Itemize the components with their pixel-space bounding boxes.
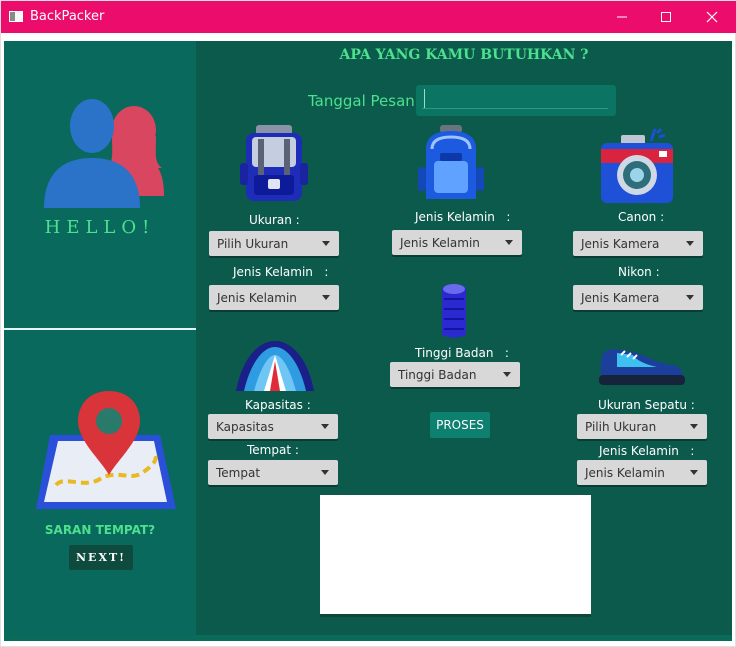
chevron-down-icon	[503, 372, 511, 377]
kapasitas-value: Kapasitas	[216, 420, 274, 434]
jaket-jenis-kelamin-label: Jenis Kelamin :	[415, 210, 511, 224]
sepatu-jenis-kelamin-value: Jenis Kelamin	[585, 466, 665, 480]
tanggal-pesan-input[interactable]	[416, 85, 616, 116]
ukuran-sepatu-value: Pilih Ukuran	[585, 420, 657, 434]
page-heading: APA YANG KAMU BUTUHKAN ?	[339, 47, 589, 63]
greeting-text: HELLO!	[44, 217, 156, 238]
tas-ukuran-select[interactable]: Pilih Ukuran	[209, 231, 339, 256]
tinggi-badan-value: Tinggi Badan	[398, 368, 477, 382]
main-panel: APA YANG KAMU BUTUHKAN ? Tanggal Pesan :…	[196, 41, 732, 635]
nikon-select[interactable]: Jenis Kamera	[573, 285, 703, 310]
app-content: HELLO! SARAN TEMPAT? NEXT! APA YANG KAMU…	[4, 41, 732, 641]
tas-jenis-kelamin-label: Jenis Kelamin :	[233, 265, 329, 279]
tas-jenis-kelamin-select[interactable]: Jenis Kelamin	[209, 285, 339, 310]
shoe-icon	[599, 349, 685, 385]
tas-ukuran-value: Pilih Ukuran	[217, 237, 289, 251]
canon-select[interactable]: Jenis Kamera	[573, 231, 703, 256]
app-icon	[9, 11, 23, 22]
next-button[interactable]: NEXT!	[69, 545, 133, 570]
backpack-icon	[240, 125, 308, 201]
tinggi-badan-label: Tinggi Badan :	[415, 346, 509, 360]
chevron-down-icon	[690, 424, 698, 429]
users-icon	[44, 99, 164, 208]
chevron-down-icon	[686, 295, 694, 300]
app-window: BackPacker HELLO! SARAN TEMPAT? NEXT! AP…	[0, 0, 736, 647]
canon-label: Canon :	[618, 210, 665, 224]
nikon-label: Nikon :	[618, 265, 660, 279]
chevron-down-icon	[322, 241, 330, 246]
input-underline	[422, 108, 608, 109]
result-panel	[320, 495, 591, 614]
sleeping-bag-icon	[442, 284, 466, 338]
chevron-down-icon	[321, 470, 329, 475]
kapasitas-select[interactable]: Kapasitas	[208, 414, 338, 439]
ukuran-sepatu-label: Ukuran Sepatu :	[598, 398, 695, 412]
bag-icon	[418, 125, 484, 199]
tempat-label: Tempat :	[247, 443, 299, 457]
jaket-jenis-kelamin-select[interactable]: Jenis Kelamin	[392, 230, 522, 255]
sidebar-divider	[4, 328, 196, 330]
window-title: BackPacker	[30, 9, 105, 24]
tempat-select[interactable]: Tempat	[208, 460, 338, 485]
chevron-down-icon	[690, 470, 698, 475]
close-icon	[706, 11, 718, 23]
tas-ukuran-label: Ukuran :	[249, 213, 300, 227]
minimize-icon	[617, 16, 627, 18]
tas-jenis-kelamin-value: Jenis Kelamin	[217, 291, 297, 305]
chevron-down-icon	[686, 241, 694, 246]
ukuran-sepatu-select[interactable]: Pilih Ukuran	[577, 414, 707, 439]
sepatu-jenis-kelamin-label: Jenis Kelamin :	[599, 444, 695, 458]
tent-icon	[236, 341, 314, 391]
saran-tempat-label: SARAN TEMPAT?	[44, 523, 156, 537]
canon-value: Jenis Kamera	[581, 237, 660, 251]
chevron-down-icon	[322, 295, 330, 300]
chevron-down-icon	[321, 424, 329, 429]
minimize-button[interactable]	[599, 1, 645, 33]
title-bar: BackPacker	[1, 1, 736, 33]
proses-button[interactable]: PROSES	[430, 412, 490, 438]
tinggi-badan-select[interactable]: Tinggi Badan	[390, 362, 520, 387]
chevron-down-icon	[505, 240, 513, 245]
camera-icon	[601, 127, 673, 203]
tempat-value: Tempat	[216, 466, 261, 480]
close-button[interactable]	[689, 1, 735, 33]
sidebar: HELLO! SARAN TEMPAT? NEXT!	[4, 41, 196, 635]
tanggal-pesan-label: Tanggal Pesan :	[308, 92, 425, 110]
map-pin-icon	[36, 391, 176, 509]
sepatu-jenis-kelamin-select[interactable]: Jenis Kelamin	[577, 460, 707, 485]
nikon-value: Jenis Kamera	[581, 291, 660, 305]
kapasitas-label: Kapasitas :	[245, 398, 311, 412]
jaket-jenis-kelamin-value: Jenis Kelamin	[400, 236, 480, 250]
maximize-icon	[661, 12, 671, 22]
maximize-button[interactable]	[643, 1, 689, 33]
text-caret	[424, 89, 425, 109]
